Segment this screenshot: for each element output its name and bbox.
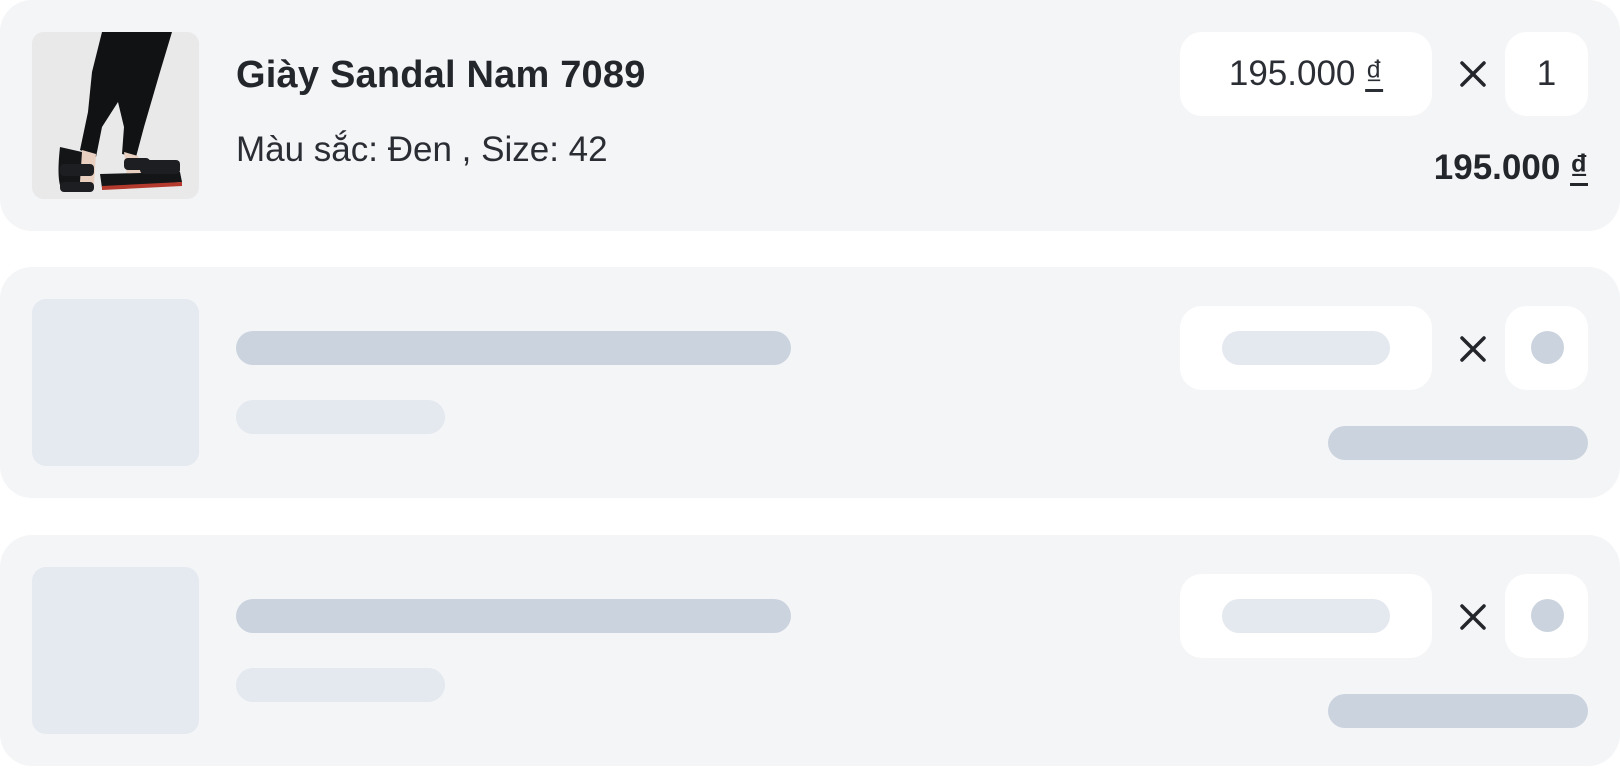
cart-item: Giày Sandal Nam 7089 Màu sắc: Đen , Size… bbox=[0, 0, 1620, 231]
skeleton-title bbox=[236, 331, 791, 365]
skeleton-price-box bbox=[1180, 306, 1432, 390]
skeleton-image bbox=[32, 567, 199, 734]
currency-symbol: ₫ bbox=[1570, 148, 1588, 187]
skeleton-subtitle bbox=[236, 400, 445, 434]
skeleton-price bbox=[1222, 331, 1390, 365]
skeleton-total bbox=[1328, 694, 1588, 728]
product-variant: Màu sắc: Đen , Size: 42 bbox=[236, 130, 608, 169]
unit-price: 195.000 ₫ bbox=[1180, 32, 1432, 116]
product-name[interactable]: Giày Sandal Nam 7089 bbox=[236, 54, 646, 97]
unit-price-value: 195.000 bbox=[1228, 54, 1356, 93]
times-icon bbox=[1453, 329, 1493, 369]
skeleton-image bbox=[32, 299, 199, 466]
skeleton-title bbox=[236, 599, 791, 633]
skeleton-quantity bbox=[1531, 331, 1564, 364]
line-total-value: 195.000 bbox=[1433, 148, 1561, 187]
currency-symbol: ₫ bbox=[1365, 54, 1384, 93]
skeleton-price-box bbox=[1180, 574, 1432, 658]
skeleton-price bbox=[1222, 599, 1390, 633]
skeleton-quantity-box bbox=[1505, 574, 1588, 658]
line-total: 195.000 ₫ bbox=[1434, 148, 1588, 188]
skeleton-total bbox=[1328, 426, 1588, 460]
skeleton-quantity bbox=[1531, 599, 1564, 632]
skeleton-quantity-box bbox=[1505, 306, 1588, 390]
product-image[interactable] bbox=[32, 32, 199, 199]
quantity: 1 bbox=[1505, 32, 1588, 116]
skeleton-subtitle bbox=[236, 668, 445, 702]
times-icon bbox=[1453, 597, 1493, 637]
sandal-product-image bbox=[32, 32, 199, 199]
cart-item-skeleton bbox=[0, 267, 1620, 498]
times-icon bbox=[1453, 54, 1493, 94]
cart-item-skeleton bbox=[0, 535, 1620, 766]
